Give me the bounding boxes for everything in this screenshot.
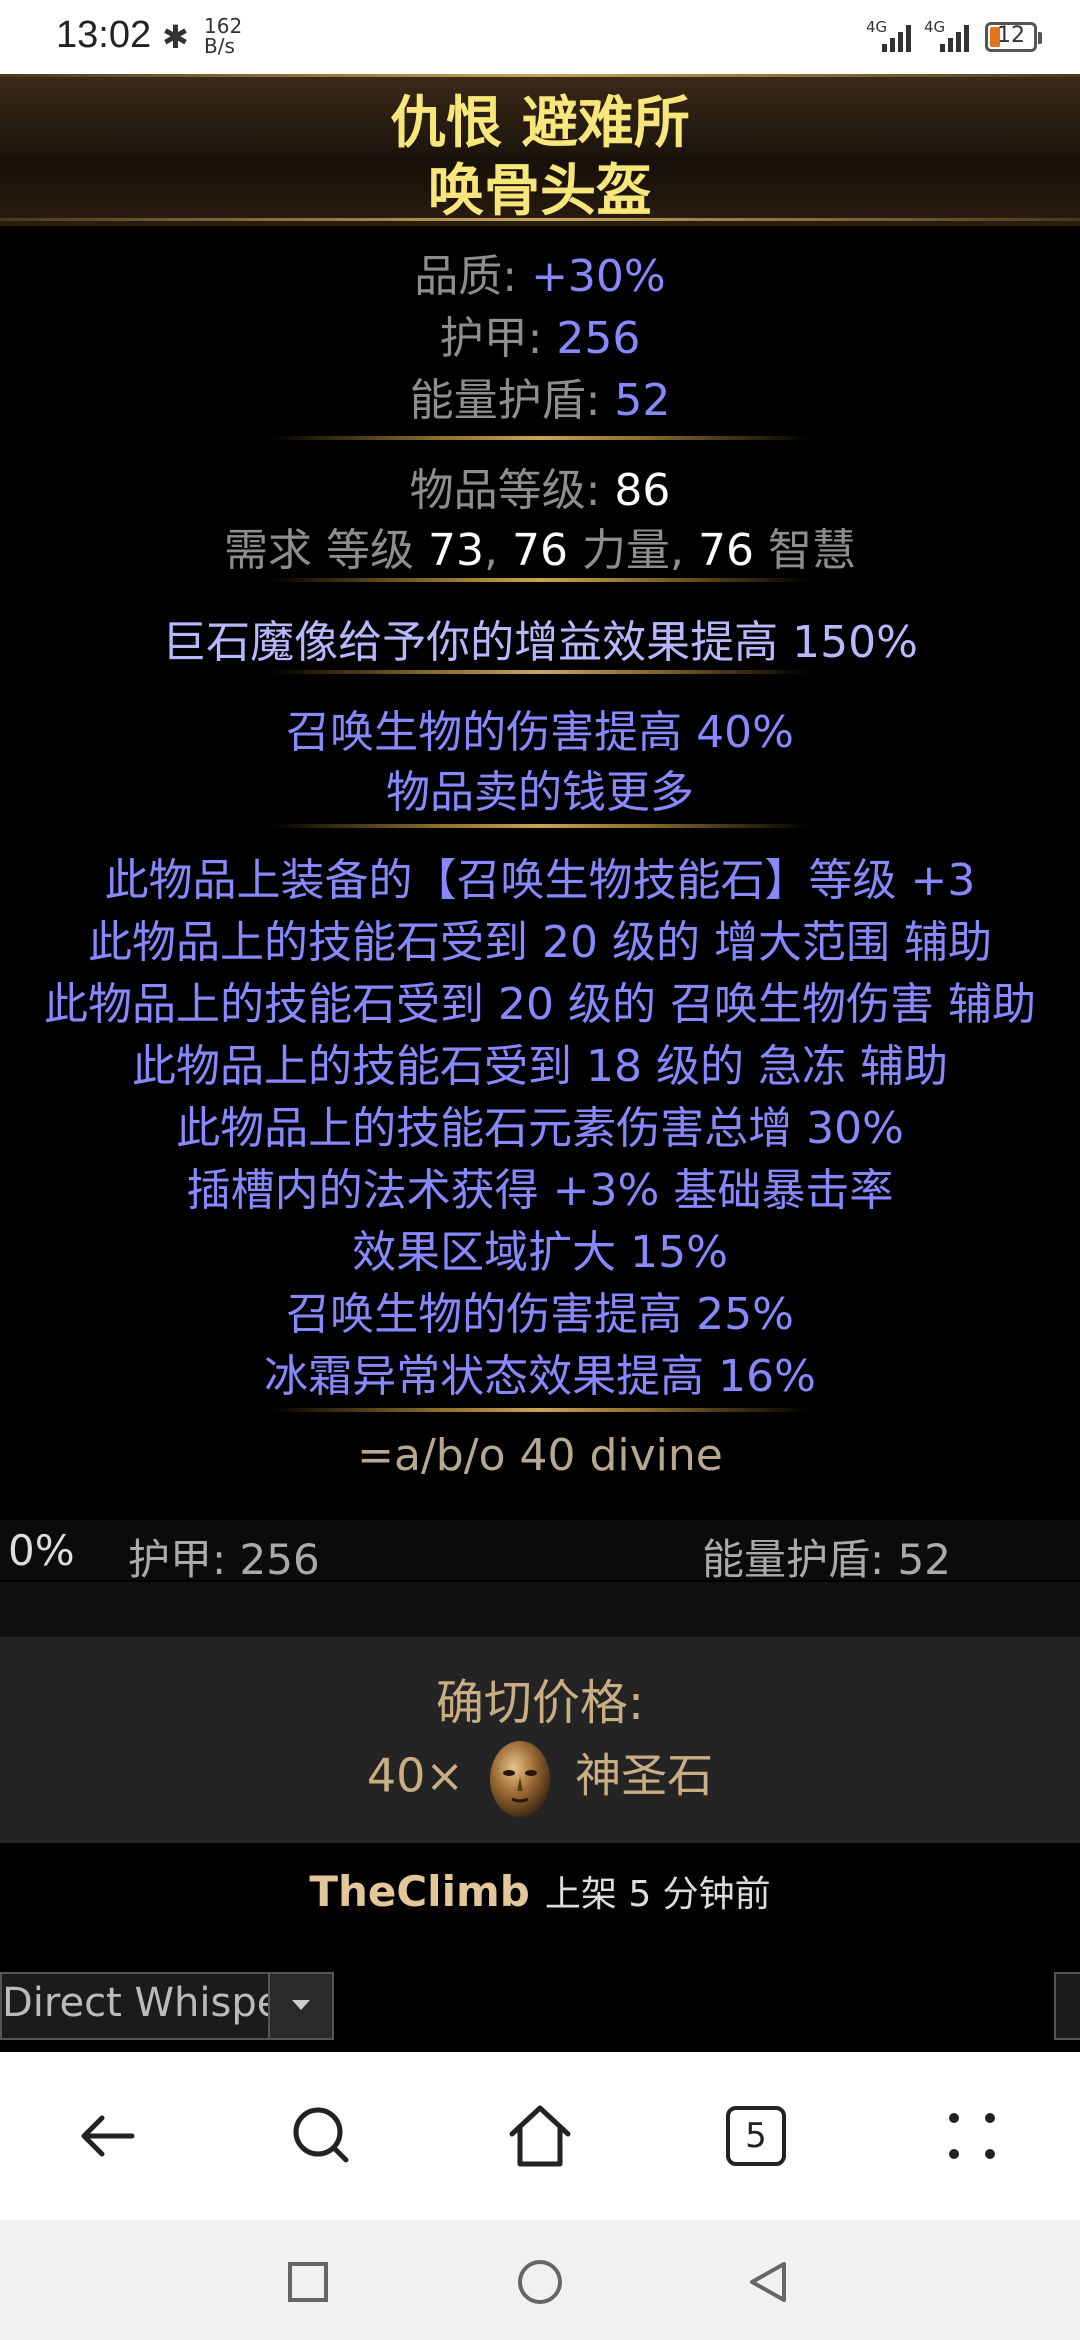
divine-orb-icon [487, 1739, 553, 1819]
explicit-mod: 效果区域扩大 15% [352, 1227, 728, 1278]
battery-level: 12 [997, 23, 1025, 48]
back-arrow-icon[interactable] [70, 2098, 146, 2174]
stat-quality: 0% [8, 1526, 75, 1575]
explicit-mod: 召唤生物的伤害提高 25% [286, 1289, 794, 1340]
seller-account[interactable]: TheClimb [309, 1867, 529, 1916]
price-panel: 确切价格: 40× 神圣石 [0, 1637, 1080, 1843]
item-tooltip: 仇恨 避难所 唤骨头盔 品质: +30% 护甲: 256 能量护盾: 52 物品… [0, 74, 1080, 1514]
stat-energy-shield: 能量护盾: 52 [702, 1535, 951, 1584]
separator [270, 824, 810, 828]
implicit-mod: 物品卖的钱更多 [386, 767, 694, 818]
requirements: 需求 等级 73, 76 力量, 76 智慧 [224, 525, 856, 576]
status-bar: 13:02 ✱ 162 B/s 4G 4G 12 [0, 0, 1080, 74]
explicit-mod: 插槽内的法术获得 +3% 基础暴击率 [186, 1165, 894, 1216]
price-row: 40× 神圣石 [0, 1739, 1080, 1819]
armour-property: 护甲: 256 [439, 313, 641, 364]
explicit-mod: 冰霜异常状态效果提高 16% [264, 1351, 816, 1402]
separator [270, 578, 810, 582]
signal-icon [882, 24, 916, 52]
stats-bar: 0% 护甲: 256 能量护盾: 52 [0, 1520, 1080, 1584]
search-icon[interactable] [284, 2098, 360, 2174]
separator [270, 436, 810, 440]
home-circle-icon[interactable] [516, 2258, 564, 2306]
explicit-mod: 此物品上的技能石受到 20 级的 增大范围 辅助 [88, 917, 992, 968]
seller-info: TheClimb 上架 5 分钟前 [0, 1865, 1080, 1917]
back-triangle-icon[interactable] [744, 2258, 792, 2306]
recent-apps-icon[interactable] [284, 2258, 332, 2306]
separator [270, 1408, 810, 1412]
battery-icon: 12 [985, 22, 1042, 52]
explicit-mod: 此物品上的技能石受到 20 级的 召唤生物伤害 辅助 [44, 979, 1036, 1030]
divider-strip [0, 1582, 1080, 1638]
item-base-type: 唤骨头盔 [428, 159, 652, 224]
stat-armour: 护甲: 256 [128, 1535, 320, 1584]
system-nav-bar [0, 2220, 1080, 2340]
whisper-dropdown[interactable]: Direct Whisper [0, 1972, 334, 2040]
signal-icon [940, 24, 974, 52]
explicit-mod: 此物品上的技能石元素伤害总增 30% [176, 1103, 904, 1154]
separator [270, 670, 810, 674]
explicit-mod: 此物品上装备的【召唤生物技能石】等级 +3 [104, 855, 976, 906]
explicit-mod: 此物品上的技能石受到 18 级的 急冻 辅助 [132, 1041, 948, 1092]
price-label: 确切价格: [435, 1675, 645, 1731]
price-amount: 40× [366, 1748, 464, 1803]
more-menu-icon[interactable] [934, 2098, 1010, 2174]
chevron-down-icon[interactable] [268, 1974, 332, 2038]
energy-shield-property: 能量护盾: 52 [409, 375, 671, 426]
clock: 13:02 [56, 14, 152, 56]
implicit-mod: 召唤生物的伤害提高 40% [286, 707, 794, 758]
item-note: =a/b/o 40 divine [357, 1430, 723, 1481]
browser-nav-bar [0, 2052, 1080, 2220]
network-speed: 162 B/s [204, 14, 243, 58]
item-level: 物品等级: 86 [409, 465, 671, 516]
whisper-button-label[interactable]: Direct Whisper [2, 1980, 274, 2026]
enchant-mod: 巨石魔像给予你的增益效果提高 150% [162, 617, 918, 668]
price-currency: 神圣石 [575, 1748, 714, 1803]
tab-count-button[interactable]: 5 [726, 2106, 786, 2166]
offscreen-button[interactable] [1054, 1972, 1080, 2040]
home-icon[interactable] [502, 2098, 578, 2174]
item-header: 仇恨 避难所 唤骨头盔 [0, 74, 1080, 226]
listed-time: 上架 5 分钟前 [544, 1874, 771, 1915]
bluetooth-icon: ✱ [162, 18, 189, 56]
quality-property: 品质: +30% [414, 251, 666, 302]
